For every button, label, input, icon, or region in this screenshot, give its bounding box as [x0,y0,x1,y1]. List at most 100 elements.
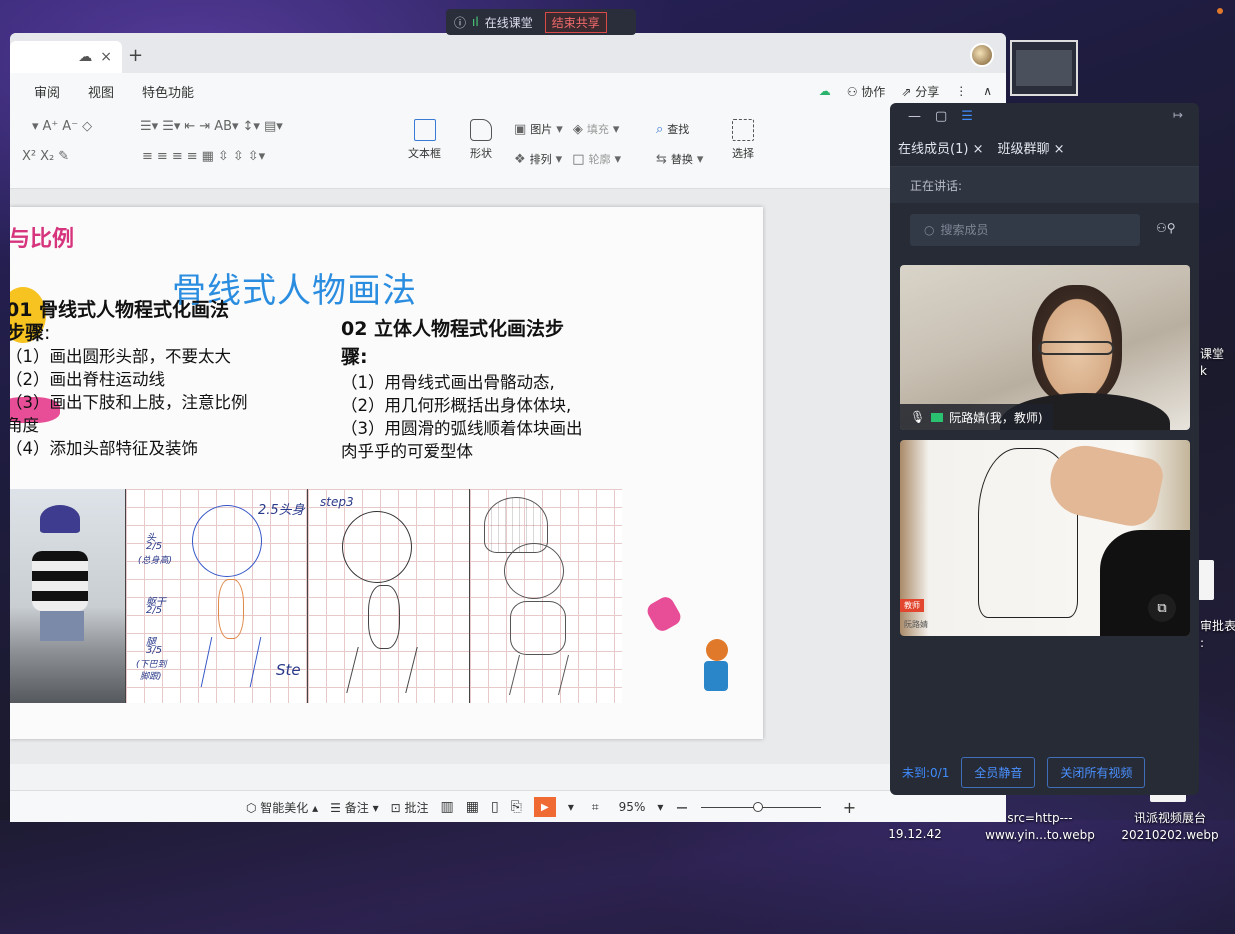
tab-online-members[interactable]: 在线成员(1) × [898,138,983,157]
screen-preview-thumbnail[interactable] [1010,40,1078,96]
signal-icon: ıl [472,15,479,29]
align-right-icon[interactable]: ≡ [172,149,183,164]
zoom-in-button[interactable]: + [843,798,856,817]
torso-ratio: 2/5 [146,605,163,616]
method-one-steps-heading: 步骤: [10,322,326,345]
shape-button[interactable]: 形状 [470,119,492,161]
cloud-sync-icon[interactable]: ☁ [819,84,831,98]
collapse-ribbon-icon[interactable]: ∧ [983,84,992,98]
outline-label[interactable]: 轮廓 [588,151,610,167]
slide[interactable]: 与比例 骨线式人物画法 01 骨线式人物程式化画法 步骤: （1）画出圆形头部，… [10,207,763,739]
collab-label: 协作 [861,84,886,99]
document-tab[interactable]: ☁ × [10,41,122,73]
menu-icon[interactable]: ☰ [961,109,973,124]
tab-class-chat[interactable]: 班级群聊 × [997,138,1064,157]
zoom-out-button[interactable]: − [675,798,688,817]
font-dropdown-icon[interactable]: ▾ [32,119,39,134]
close-all-videos-button[interactable]: 关闭所有视频 [1047,757,1146,788]
presenter-view-icon[interactable]: ⎘ [511,799,522,815]
clear-format-icon[interactable]: ◇ [82,119,92,134]
desktop-file-1[interactable]: 19.12.42 [884,826,946,843]
tab-chat-close-icon[interactable]: × [1054,142,1065,157]
normal-view-icon[interactable]: ▥ [440,799,453,815]
vertical-center-icon[interactable]: ⇳ [233,149,244,164]
zoom-dropdown-icon[interactable]: ▾ [657,800,663,814]
desktop-label-approval[interactable]: 审批表 : [1200,618,1235,652]
grow-font-icon[interactable]: A⁺ [43,119,59,134]
notes-button[interactable]: ☰ 备注 ▾ [330,799,378,816]
member-filter-icon[interactable]: ⚇⚲ [1156,221,1176,235]
fill-label[interactable]: 填充 [587,121,609,137]
vertical-bottom-icon[interactable]: ⇳▾ [248,149,265,164]
photo-child [10,489,126,703]
method-two-step: （2）用几何形概括出身体体块, [341,396,572,415]
end-share-button[interactable]: 结束共享 [544,11,607,33]
bullet-list-icon[interactable]: ☰▾ [140,119,158,134]
replace-label: 替换 [670,153,693,166]
play-dropdown-icon[interactable]: ▾ [568,800,574,814]
reading-view-icon[interactable]: ▯ [491,799,499,815]
expand-video-icon[interactable]: ⧉ [1148,594,1176,622]
more-icon[interactable]: ⋮ [955,84,967,98]
menu-features[interactable]: 特色功能 [142,82,194,101]
replace-button[interactable]: ⇆ 替换 ▾ [656,151,703,167]
picture-icon: ▣ [514,121,527,137]
arrange-button[interactable]: ❖ 排列 ▾ □ 轮廓 ▾ [514,151,621,167]
slide-canvas[interactable]: 与比例 骨线式人物画法 01 骨线式人物程式化画法 步骤: （1）画出圆形头部，… [10,189,1006,764]
textbox-button[interactable]: 文本框 [408,119,441,161]
collab-button[interactable]: ⚇ 协作 [847,83,886,100]
shape-label: 形状 [470,147,492,160]
menu-view[interactable]: 视图 [88,82,114,101]
align-center-icon[interactable]: ≡ [157,149,168,164]
desktop-label-class[interactable]: 课堂 k [1200,346,1224,380]
member-search-input[interactable] [940,223,1121,237]
minimize-icon[interactable]: — [908,109,921,124]
shrink-font-icon[interactable]: A⁻ [62,119,78,134]
desktop-file-3[interactable]: 讯派视频展台 20210202.webp [1108,810,1232,844]
method-one-heading: 01 骨线式人物程式化画法 [10,299,230,321]
vertical-align-icon[interactable]: ⇳ [218,149,229,164]
new-tab-button[interactable]: + [128,45,143,66]
comment-button[interactable]: ⊡ 批注 [391,799,429,816]
beautify-button[interactable]: ⬡ 智能美化 ▴ [246,799,318,816]
user-avatar[interactable] [970,43,994,67]
document-camera-video[interactable]: 教师 阮路婧 ⧉ [900,440,1190,636]
select-button[interactable]: 选择 [732,119,754,161]
textbox-label: 文本框 [408,147,441,160]
indent-decrease-icon[interactable]: ⇤ [184,119,195,134]
teacher-name-tag: 🎙 阮路婧(我，教师) [900,404,1053,430]
number-list-icon[interactable]: ☰▾ [162,119,180,134]
columns-icon[interactable]: ▤▾ [264,119,283,134]
zoom-value[interactable]: 95% [619,800,646,814]
text-direction-icon[interactable]: AB▾ [214,119,238,134]
member-search[interactable]: ○ [910,214,1140,246]
subscript-icon[interactable]: X₂ [40,149,54,164]
line-spacing-icon[interactable]: ↕▾ [243,119,260,134]
distribute-icon[interactable]: ▦ [202,149,214,164]
menu-bar: 审阅 视图 特色功能 ☁ ⚇ 协作 ⇗ 分享 ⋮ ∧ [10,73,1006,109]
zoom-slider-knob[interactable] [752,801,763,812]
play-slideshow-button[interactable]: ▶ [533,797,556,817]
picture-button[interactable]: ▣ 图片 ▾ ◈ 填充 ▾ [514,121,619,137]
share-button[interactable]: ⇗ 分享 [901,83,939,100]
grid-view-icon[interactable]: ▦ [466,799,479,815]
body-outline [218,579,244,639]
tab-close-button[interactable]: × [100,49,112,65]
collapse-panel-icon[interactable]: ↦ [1173,108,1183,122]
highlight-icon[interactable]: ✎ [58,149,69,164]
zoom-slider[interactable] [700,801,821,812]
indent-increase-icon[interactable]: ⇥ [199,119,210,134]
head-note: (总身高) [138,556,173,566]
justify-icon[interactable]: ≡ [187,149,198,164]
desktop-file-2[interactable]: src=http--- www.yin...to.webp [980,810,1100,844]
find-button[interactable]: ⌕ 查找 [656,121,689,137]
tab-members-close-icon[interactable]: × [973,142,984,157]
teacher-video[interactable]: 🎙 阮路婧(我，教师) [900,265,1190,430]
desktop-file-icon[interactable] [1198,560,1214,600]
superscript-icon[interactable]: X² [22,149,36,164]
fit-window-icon[interactable]: ⌗ [592,800,599,815]
mute-all-button[interactable]: 全员静音 [961,757,1036,788]
menu-review[interactable]: 审阅 [34,82,60,101]
align-left-icon[interactable]: ≡ [142,149,153,164]
maximize-icon[interactable]: ▢ [935,109,947,124]
